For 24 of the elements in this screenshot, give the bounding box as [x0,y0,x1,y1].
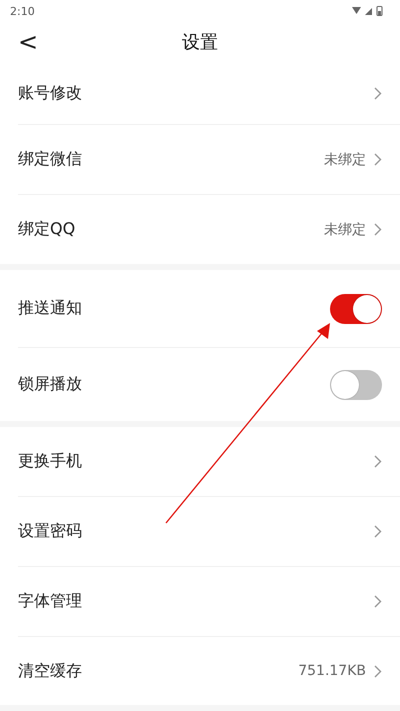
setting-label[interactable]: 账号修改 [18,82,374,104]
setting-label: 推送通知 [18,298,83,319]
toggle-switch[interactable] [330,294,382,324]
setting-label[interactable]: 更换手机 [18,451,374,472]
chevron-icon [374,223,382,236]
setting-value: 751.17KB [298,663,366,679]
setting-label[interactable]: 字体管理 [18,591,374,612]
page-title: 设置 [182,31,218,54]
chevron-icon [374,525,382,538]
chevron-icon [374,86,382,100]
status-time: 2:10 [10,4,35,18]
setting-value: 未绑定 [324,220,366,238]
chevron-icon [374,664,382,678]
setting-value: 未绑定 [324,150,366,168]
chevron-icon [374,595,382,608]
setting-label[interactable]: 设置密码 [18,521,374,542]
chevron-icon [374,153,382,166]
toggle-switch[interactable] [330,370,382,400]
setting-label: 锁屏播放 [18,374,83,395]
back-button[interactable]: < [14,28,42,56]
chevron-icon [374,455,382,468]
setting-label[interactable]: 清空缓存 [18,660,298,682]
setting-label[interactable]: 绑定微信 [18,149,324,170]
setting-label[interactable]: 绑定QQ [18,219,324,240]
